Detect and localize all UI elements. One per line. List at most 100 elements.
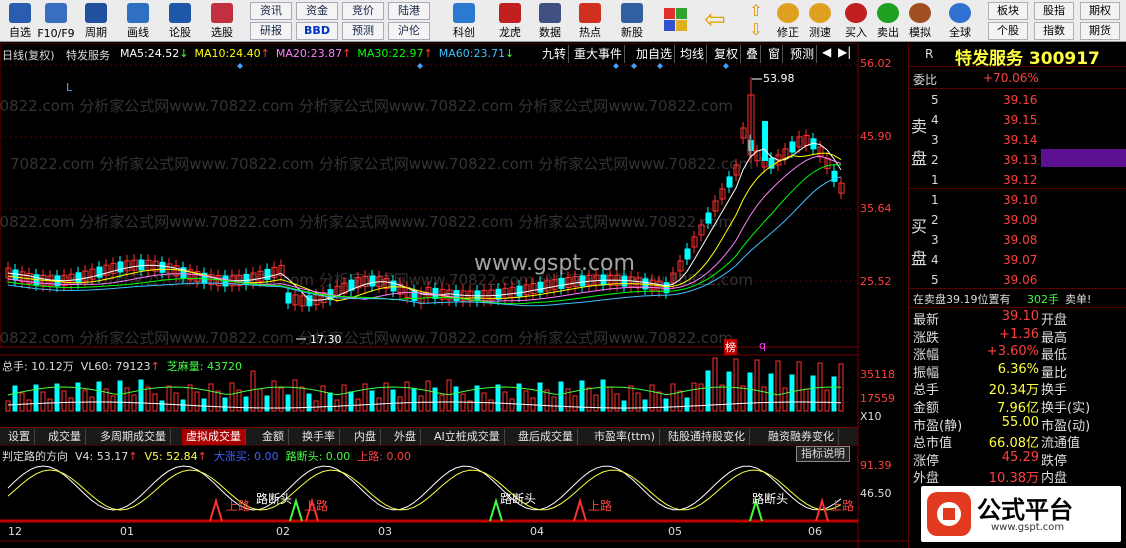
toolbar2-button-3[interactable]: 热点 — [570, 0, 610, 42]
volume-bar — [110, 395, 116, 412]
nav-button-0[interactable]: 修正 — [772, 0, 804, 42]
tab-4[interactable]: 金额 — [258, 429, 289, 445]
chart-tool-3[interactable]: 均线 — [678, 45, 708, 63]
sell-level-row[interactable]: 3 39.14 — [909, 131, 1126, 149]
grid-button-2[interactable]: 竞价 — [342, 2, 384, 20]
color-blocks-icon[interactable] — [664, 8, 688, 32]
indicator-help-button[interactable]: 指标说明 — [796, 446, 850, 462]
stat-value: 39.10 — [1001, 309, 1039, 324]
tab-10[interactable]: 市盈率(ttm) — [590, 429, 660, 445]
sell-level-row[interactable]: 1 39.12 — [909, 171, 1126, 189]
date-axis-label: 01 — [120, 525, 134, 538]
back-arrow-icon[interactable]: ⇦ — [704, 6, 734, 34]
sell-level-row[interactable]: 5 39.16 — [909, 91, 1126, 109]
chart-tool-5[interactable]: 叠 — [744, 45, 762, 63]
stat-row: 振幅 6.36% 量比 — [909, 362, 1126, 381]
volume-bar — [5, 400, 11, 412]
low-price-label: 17.30 — [310, 333, 342, 346]
volume-bar — [411, 388, 417, 412]
tab-9[interactable]: 盘后成交量 — [514, 429, 578, 445]
tab-5[interactable]: 换手率 — [298, 429, 340, 445]
volume-bar — [712, 357, 718, 412]
nav-button-label: 修正 — [777, 26, 799, 39]
stat-key: 总手 — [913, 383, 940, 399]
tab-7[interactable]: 外盘 — [390, 429, 421, 445]
date-axis-label: 06 — [808, 525, 822, 538]
tab-6[interactable]: 内盘 — [350, 429, 381, 445]
quote-panel: R 特发服务 300917 委比 +70.06% 卖盘 5 39.16 4 39.15 3… — [908, 43, 1126, 548]
bang-marker[interactable]: 榜 — [724, 339, 737, 355]
market-button-2[interactable]: 期权 — [1080, 2, 1120, 20]
grid-button-3[interactable]: 陆港 — [388, 2, 430, 20]
tab-3[interactable]: 虚拟成交量 — [182, 429, 246, 445]
high-price-label: 53.98 — [763, 72, 795, 85]
buy-level-row[interactable]: 1 39.10 — [909, 191, 1126, 209]
tab-8[interactable]: AI立桩成交量 — [430, 429, 505, 445]
volume-bar — [593, 394, 599, 412]
nav-button-5[interactable]: 全球 — [944, 0, 976, 42]
chart-tool-2[interactable]: 加自选 — [634, 45, 676, 63]
candle-body — [453, 290, 460, 302]
volume-bar — [47, 398, 53, 412]
tab-1[interactable]: 成交量 — [44, 429, 86, 445]
tab-12[interactable]: 融资融券变化 — [764, 429, 839, 445]
nav-button-4[interactable]: 模拟 — [904, 0, 936, 42]
buy-level-row[interactable]: 4 39.07 — [909, 251, 1126, 269]
volume-bar — [663, 398, 669, 412]
chart-tool-0[interactable]: 九转 — [540, 45, 570, 63]
toolbar2-button-0[interactable]: 科创 — [444, 0, 484, 42]
grid-button-4[interactable]: 研报 — [250, 22, 292, 40]
market-button-1[interactable]: 股指 — [1034, 2, 1074, 20]
market-button-0[interactable]: 板块 — [988, 2, 1028, 20]
buy-level-row[interactable]: 2 39.09 — [909, 211, 1126, 229]
q-marker: q — [759, 339, 766, 352]
chart-tool-1[interactable]: 重大事件 — [572, 45, 626, 63]
grid-button-1[interactable]: 资金 — [296, 2, 338, 20]
toolbar-button-5[interactable]: 选股 — [202, 0, 242, 42]
toolbar2-button-4[interactable]: 新股 — [612, 0, 652, 42]
toolbar2-button-2[interactable]: 数据 — [530, 0, 570, 42]
toolbar2-button-1[interactable]: 龙虎 — [490, 0, 530, 42]
toolbar-button-4[interactable]: 论股 — [160, 0, 200, 42]
price-panel-border — [0, 43, 859, 348]
chart-tool-4[interactable]: 复权 — [712, 45, 742, 63]
kline-chart-svg[interactable]: 70822.com 分析家公式网www.70822.com 分析家公式网www.… — [0, 43, 908, 548]
down-arrow-icon[interactable]: ⇩ — [744, 20, 768, 39]
volume-bar — [264, 395, 270, 412]
market-button-3[interactable]: 个股 — [988, 22, 1028, 40]
tab-2[interactable]: 多周期成交量 — [96, 429, 171, 445]
volume-bar — [12, 385, 18, 412]
chart-tool-7[interactable]: 预测 — [788, 45, 818, 63]
tab-0[interactable]: 设置 — [4, 429, 35, 445]
chart-tool-6[interactable]: 窗 — [766, 45, 784, 63]
market-button-5[interactable]: 期货 — [1080, 22, 1120, 40]
toolbar-button-0[interactable]: 自选 — [0, 0, 40, 42]
volume-legend: 总手: 10.12万 VL60: 79123↑ 芝麻量: 43720 — [2, 358, 242, 374]
sell-price: 39.12 — [1003, 173, 1038, 187]
sell-level-row[interactable]: 4 39.15 — [909, 111, 1126, 129]
grid-button-6[interactable]: 预测 — [342, 22, 384, 40]
stat-key: 金额 — [913, 401, 940, 416]
grid-button-5[interactable]: BBD — [296, 22, 338, 40]
sound-icon[interactable]: ◀ — [822, 45, 831, 59]
toolbar-button-1[interactable]: F10/F9 — [36, 0, 76, 42]
ma-item: MA5:24.52↓ — [120, 47, 188, 60]
candle-body — [138, 259, 145, 271]
event-marker — [723, 63, 729, 69]
weibi-label: 委比 — [913, 73, 938, 87]
grid-button-7[interactable]: 沪伦 — [388, 22, 430, 40]
buy-level-row[interactable]: 3 39.08 — [909, 231, 1126, 249]
volume-bar — [250, 370, 256, 412]
buy-level-row[interactable]: 5 39.06 — [909, 271, 1126, 289]
tab-11[interactable]: 陆股通持股变化 — [664, 429, 750, 445]
nav-button-1[interactable]: 测速 — [804, 0, 836, 42]
toolbar-button-3[interactable]: 画线 — [118, 0, 158, 42]
close-panel-icon[interactable]: ▶| — [838, 45, 851, 59]
grid-button-0[interactable]: 资讯 — [250, 2, 292, 20]
candle-body — [12, 269, 19, 281]
market-button-4[interactable]: 指数 — [1034, 22, 1074, 40]
nav-button-2[interactable]: 买入 — [840, 0, 872, 42]
nav-button-3[interactable]: 卖出 — [872, 0, 904, 42]
toolbar-button-2[interactable]: 周期 — [76, 0, 116, 42]
up-arrow-icon[interactable]: ⇧ — [744, 1, 768, 20]
